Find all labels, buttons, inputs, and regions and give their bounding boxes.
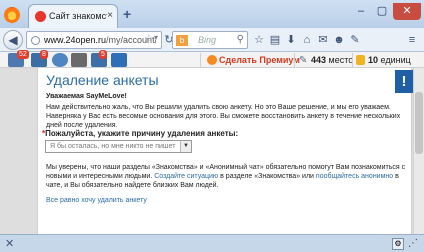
divider bbox=[352, 53, 353, 67]
edit-icon[interactable]: ✎ bbox=[348, 33, 362, 47]
addon-bar-close-icon[interactable]: ✕ bbox=[5, 237, 14, 250]
settings-icon[interactable] bbox=[111, 53, 127, 67]
scrollbar-thumb[interactable] bbox=[415, 92, 423, 154]
url-text[interactable]: www.24open.ru/my/account/delete bbox=[44, 35, 156, 45]
question-label: *Пожалуйста, укажите причину удаления ан… bbox=[42, 129, 238, 138]
reason-select[interactable]: Я бы осталась, но мне никто не пишет ▼ bbox=[45, 140, 192, 153]
rating-place[interactable]: 443 место bbox=[311, 55, 353, 65]
navigation-bar: ◀ www.24open.ru/my/account/delete ☆ ▾ ↻ … bbox=[0, 28, 424, 52]
alert-icon[interactable]: ! bbox=[395, 70, 413, 93]
home-icon[interactable]: ⌂ bbox=[300, 33, 314, 47]
mail-icon[interactable]: ✉ bbox=[316, 33, 330, 47]
tab-title: Сайт знакомств 24open.ru bbox=[49, 11, 107, 21]
search-bar[interactable]: b Bing ⚲ bbox=[172, 31, 248, 49]
units-value: 10 bbox=[368, 55, 379, 65]
globe-site-icon[interactable] bbox=[52, 53, 68, 67]
rating-label: место bbox=[328, 55, 354, 65]
gifts-icon[interactable] bbox=[71, 53, 87, 67]
vertical-scrollbar[interactable] bbox=[413, 68, 424, 234]
address-bar[interactable]: www.24open.ru/my/account/delete bbox=[26, 31, 162, 49]
premium-link[interactable]: Сделать Премиум bbox=[219, 55, 300, 65]
downloads-icon[interactable]: ⬇ bbox=[284, 33, 298, 47]
info-part-2: в разделе «Знакомства» или bbox=[220, 173, 314, 180]
units-label: единиц bbox=[380, 55, 411, 65]
tab-close-icon[interactable]: × bbox=[107, 10, 113, 21]
chat-anonymously-link[interactable]: пообщайтесь анонимно bbox=[316, 173, 393, 180]
site-favicon-icon bbox=[35, 11, 46, 22]
info-text: Мы уверены, что наши разделы «Знакомства… bbox=[46, 163, 408, 190]
intro-text: Нам действительно жаль, что Вы решили уд… bbox=[46, 104, 401, 129]
menu-icon[interactable]: ≡ bbox=[405, 33, 419, 47]
reason-selected-value: Я бы осталась, но мне никто не пишет bbox=[50, 143, 176, 150]
rating-icon: ✎ bbox=[299, 55, 308, 66]
addon-settings-icon[interactable]: ⚙ bbox=[392, 238, 404, 250]
bing-logo-icon[interactable]: b bbox=[176, 35, 188, 46]
new-tab-button[interactable]: + bbox=[123, 6, 131, 22]
search-placeholder: Bing bbox=[198, 35, 217, 45]
chat-badge: 8 bbox=[40, 50, 48, 59]
units-balance[interactable]: 10 единиц bbox=[368, 55, 411, 65]
dropdown-arrow-icon[interactable]: ▼ bbox=[180, 141, 191, 152]
window-maximize-button[interactable]: ▢ bbox=[372, 3, 392, 20]
coins-icon bbox=[356, 55, 365, 65]
page-title: Удаление анкеты bbox=[46, 72, 159, 88]
browser-tab[interactable]: Сайт знакомств 24open.ru × bbox=[28, 4, 118, 28]
window-minimize-button[interactable]: – bbox=[351, 3, 371, 20]
firefox-menu-icon[interactable] bbox=[4, 7, 20, 23]
divider bbox=[200, 53, 201, 67]
site-toolbar: 52 8 5 Сделать Премиум ✎ 443 место 10 ед… bbox=[0, 50, 424, 68]
guests-badge: 5 bbox=[99, 50, 107, 59]
delete-anyway-link[interactable]: Все равно хочу удалить анкету bbox=[46, 197, 147, 204]
question-text: Пожалуйста, укажите причину удаления анк… bbox=[45, 129, 239, 138]
history-dropdown-icon[interactable]: ▾ bbox=[154, 33, 158, 42]
greeting-text: Уважаемая SayMeLove! bbox=[46, 93, 127, 100]
user-icon[interactable]: ☻ bbox=[332, 33, 346, 47]
rating-value: 443 bbox=[311, 55, 327, 65]
window-close-button[interactable]: ✕ bbox=[393, 3, 421, 20]
addon-bar: ✕ ⚙ ⋰ bbox=[0, 234, 424, 252]
globe-icon bbox=[31, 36, 40, 45]
tab-strip: Сайт знакомств 24open.ru × + – ▢ ✕ bbox=[0, 0, 424, 28]
url-host: www.24open.ru bbox=[44, 35, 107, 45]
divider bbox=[294, 53, 295, 67]
back-button[interactable]: ◀ bbox=[3, 30, 23, 50]
bookmarks-star-icon[interactable]: ☆ bbox=[252, 33, 266, 47]
bookmarks-list-icon[interactable]: ▤ bbox=[268, 33, 282, 47]
search-icon[interactable]: ⚲ bbox=[237, 34, 244, 45]
premium-icon bbox=[207, 55, 217, 65]
messages-badge: 52 bbox=[17, 50, 29, 59]
resize-grip-icon[interactable]: ⋰ bbox=[407, 238, 419, 250]
create-situation-link[interactable]: Создайте ситуацию bbox=[154, 173, 218, 180]
bookmark-star-icon[interactable]: ☆ bbox=[144, 32, 154, 45]
